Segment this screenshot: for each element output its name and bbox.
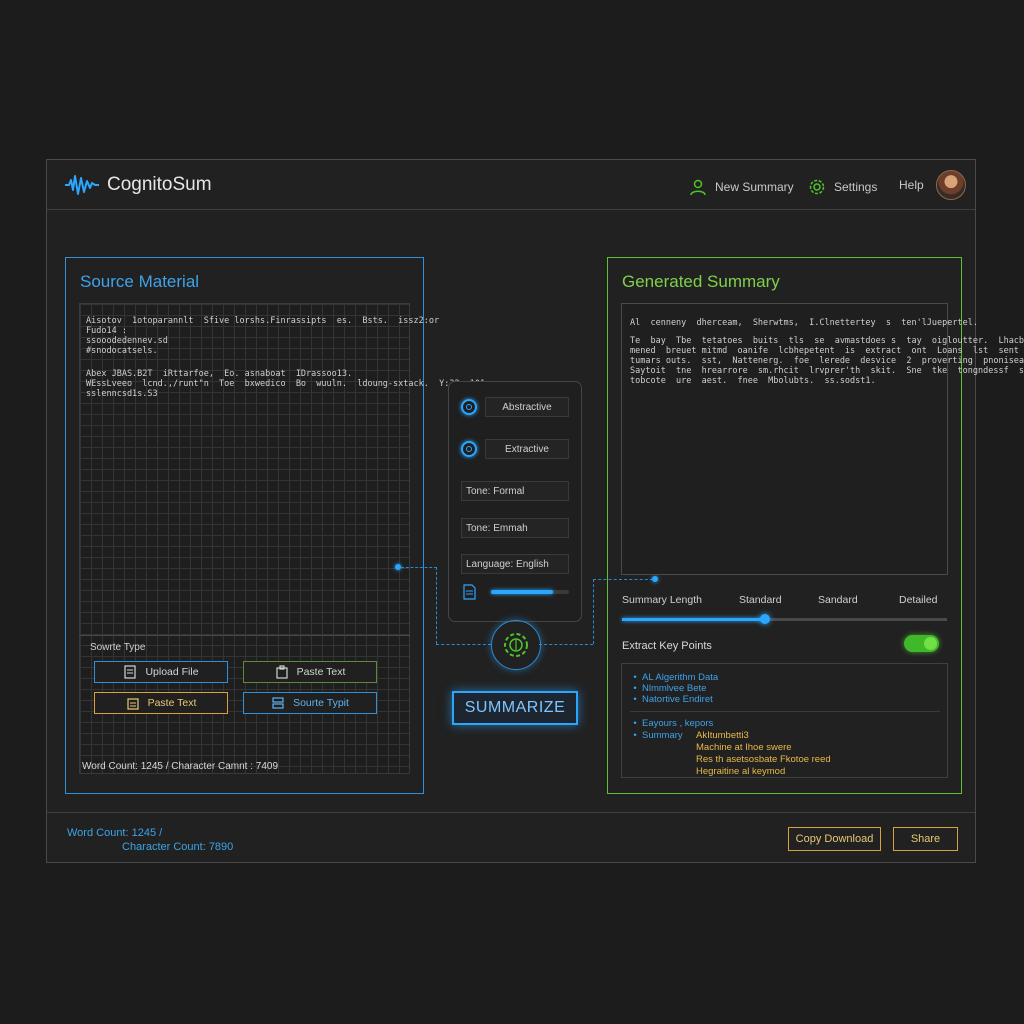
key-point-item: • Summary [633, 730, 683, 741]
summary-line: tumars outs. sst, Nattenerg. foe lerede … [630, 356, 1024, 366]
source-panel-title: Source Material [80, 272, 200, 291]
clipboard-icon [126, 698, 139, 710]
key-point-item: • Natortive Endiret [633, 694, 713, 705]
database-icon [272, 697, 284, 709]
source-line: Aisotov 1otoparannlt Sfive lorshs.Finras… [86, 316, 440, 326]
nav-new-summary[interactable]: New Summary [689, 178, 794, 196]
app-title: CognitoSum [107, 174, 212, 195]
summary-line: Saytoit tne hrearrore sm.rhcit lrvprer't… [630, 366, 1024, 376]
key-point-item: • Nlmmlvee Bete [633, 683, 707, 694]
source-line: #snodocatsels. [86, 346, 158, 356]
upload-file-button[interactable]: Upload File [94, 661, 228, 683]
key-point-detail: AkItumbetti3 [696, 730, 749, 741]
extractive-option[interactable]: Extractive [485, 439, 569, 459]
extractive-radio[interactable] [461, 441, 477, 457]
nav-help[interactable]: Help [899, 178, 924, 192]
document-icon [463, 584, 476, 600]
upload-file-label: Upload File [145, 666, 199, 678]
nav-new-summary-label: New Summary [715, 180, 794, 194]
source-line: WEssLveeo lcnd.,/runt"n Toe bxwedico Bo … [86, 379, 486, 389]
gear-icon [809, 179, 825, 195]
abstractive-option[interactable]: Abstractive [485, 397, 569, 417]
tone-formal-select[interactable]: Tone: Formal [461, 481, 569, 501]
key-point-detail: Hegraitine al keymod [696, 766, 786, 777]
tone-select[interactable]: Tone: Emmah [461, 518, 569, 538]
processing-gear [491, 620, 541, 670]
source-type-button[interactable]: Sourte Typit [243, 692, 377, 714]
extract-key-points-label: Extract Key Points [622, 640, 712, 652]
extract-key-points-toggle[interactable] [904, 635, 939, 652]
summary-panel-title: Generated Summary [622, 272, 780, 291]
footer: Word Count: 1245 / Character Count: 7890… [47, 812, 975, 865]
slider-thumb[interactable] [760, 614, 770, 624]
abstractive-radio[interactable] [461, 399, 477, 415]
source-line: Abex JBAS.B2T iRttarfoe, Eo. asnaboat ID… [86, 369, 353, 379]
source-type-button-label: Sourte Typit [293, 697, 349, 709]
paste-text-alt-button[interactable]: Paste Text [94, 692, 228, 714]
paste-text-alt-label: Paste Text [147, 697, 197, 709]
key-points-box: • AL Algerithm Data • Nlmmlvee Bete • Nator… [621, 663, 948, 778]
summary-line: Te bay Tbe tetatoes buits tls se avmastd… [630, 336, 1024, 346]
nav-settings-label: Settings [834, 180, 878, 194]
language-select[interactable]: Language: English [461, 554, 569, 574]
connector-line [436, 644, 491, 645]
document-icon [124, 665, 137, 679]
summary-line: tobcote ure aest. fnee Mbolubts. ss.sods… [630, 376, 876, 386]
source-type-label: Sowrte Type [90, 642, 146, 653]
connector-line [539, 644, 593, 645]
app-window: CognitoSum New Summary Settings Help Sou… [46, 159, 1024, 865]
summary-length-label: Summary Length [622, 594, 702, 606]
nav-settings[interactable]: Settings [808, 178, 877, 196]
key-point-detail: Machine at Ihoe swere [696, 742, 792, 753]
source-line: ssooodedennev.sd [86, 336, 168, 346]
options-progress-fill [491, 590, 554, 594]
user-icon [690, 179, 706, 196]
summary-options-panel: Abstractive Extractive Tone: Formal Tone… [448, 381, 582, 622]
key-point-item: • AL Algerithm Data [633, 672, 719, 683]
copy-download-button[interactable]: Copy Download [788, 827, 881, 851]
options-progress-bar [491, 590, 569, 594]
key-points-divider [630, 711, 940, 712]
user-avatar[interactable] [936, 170, 966, 200]
length-option-standard[interactable]: Standard [739, 594, 782, 606]
key-point-detail: Res th asetsosbate Fkotoe reed [696, 754, 831, 765]
waveform-logo-icon [65, 175, 99, 195]
source-material-panel: Source Material Aisotov 1otoparannlt Sfi… [65, 257, 485, 794]
summary-line: Al cenneny dherceam, Sherwtms, I.Clnette… [630, 318, 978, 328]
length-option-detailed[interactable]: Detailed [899, 594, 938, 606]
source-line: Fudo14 : [86, 326, 127, 336]
source-stats: Word Count: 1245 / Character Camnt : 740… [82, 761, 279, 772]
length-option-sandard[interactable]: Sandard [818, 594, 858, 606]
header: CognitoSum New Summary Settings Help [47, 160, 975, 210]
clipboard-icon [275, 665, 288, 679]
connector-line [401, 567, 437, 568]
summarize-button[interactable]: SUMMARIZE [452, 691, 578, 725]
summary-length-slider[interactable] [622, 614, 947, 624]
generated-summary-panel: Generated Summary Al cenneny dherceam, S… [607, 257, 1024, 794]
source-line: sslenncsd1s.S3 [86, 389, 158, 399]
summary-line: mened breuet mitmd oanife lcbhepetent is… [630, 346, 1019, 356]
key-point-item: • Eayours , kepors [633, 718, 714, 729]
slider-fill [622, 618, 765, 621]
footer-character-count: Character Count: 7890 [122, 841, 234, 853]
paste-text-button[interactable]: Paste Text [243, 661, 377, 683]
nav-help-label: Help [899, 178, 924, 192]
footer-word-count: Word Count: 1245 / [67, 827, 163, 839]
connector-line [593, 579, 594, 644]
source-divider [79, 635, 410, 636]
paste-text-label: Paste Text [296, 666, 346, 678]
toggle-knob [924, 637, 937, 650]
brain-gear-icon [504, 633, 528, 657]
share-button[interactable]: Share [893, 827, 958, 851]
connector-line [436, 567, 437, 644]
